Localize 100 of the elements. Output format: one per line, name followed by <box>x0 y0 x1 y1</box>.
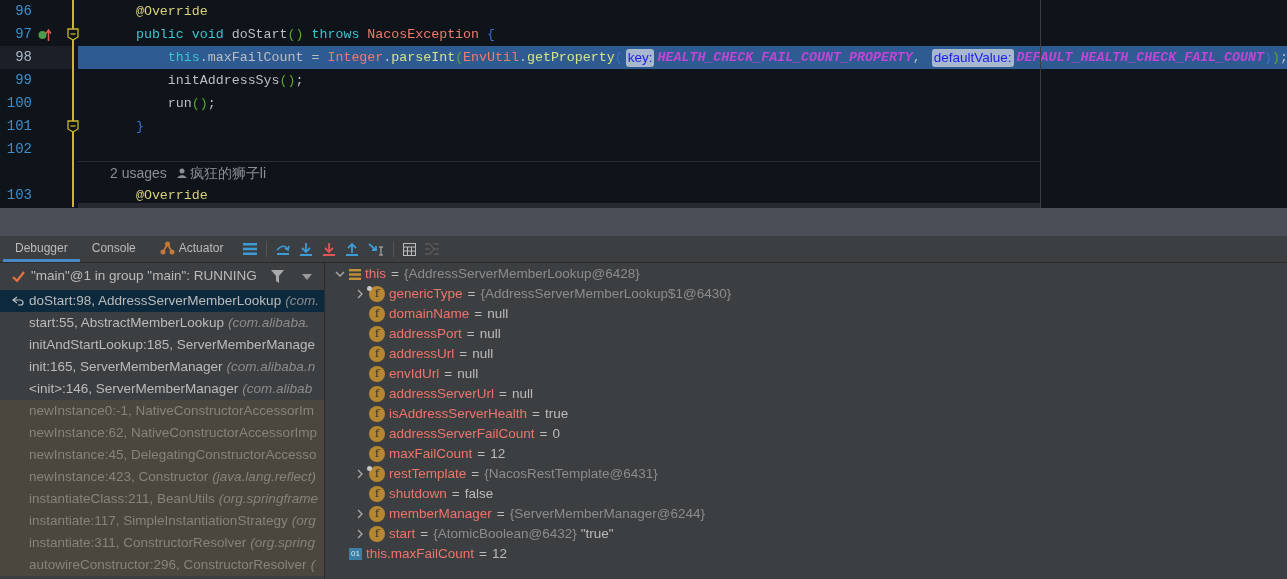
equals-sign: = <box>471 464 480 483</box>
person-icon <box>176 168 187 178</box>
equals-sign: = <box>539 424 548 443</box>
code-line: @Override <box>134 4 209 19</box>
object-reference: {AtomicBoolean@6432} <box>433 524 577 543</box>
implements-icon[interactable] <box>38 28 52 41</box>
variable-value: false <box>464 484 494 503</box>
variable-value: 12 <box>491 544 507 563</box>
run-to-cursor-icon[interactable] <box>368 242 385 256</box>
line-number: 102 <box>5 140 32 159</box>
variable-name: addressUrl <box>389 344 455 363</box>
object-reference: {ServerMemberManager@6244} <box>509 504 705 523</box>
variable-value: 0 <box>552 424 560 443</box>
equals-sign: = <box>499 384 507 403</box>
tab[interactable]: Console <box>79 236 148 262</box>
code-line: @Override <box>134 188 209 203</box>
variable-name: domainName <box>389 304 470 323</box>
equals-sign: = <box>467 284 476 303</box>
equals-sign: = <box>420 524 429 543</box>
stack-frame[interactable]: init:165, ServerMemberManager (com.alibaba.n <box>0 356 324 378</box>
code-line: initAddressSys(); <box>166 73 305 88</box>
step-over-icon[interactable] <box>276 243 291 255</box>
equals-sign: = <box>444 364 453 383</box>
check-icon <box>12 271 25 282</box>
line-number: 100 <box>5 94 32 113</box>
stack-frame[interactable]: start:55, AbstractMemberLookup (com.alibaba. <box>0 312 324 334</box>
expand-caret-icon[interactable] <box>355 509 365 519</box>
line-number: 97 <box>14 25 32 44</box>
field-icon: f <box>369 526 385 542</box>
variable-name: addressServerFailCount <box>389 424 535 443</box>
variable-name: genericType <box>389 284 463 303</box>
horizontal-scrollbar[interactable] <box>78 203 1040 208</box>
expand-caret-icon[interactable] <box>355 289 365 299</box>
variable-value: "true" <box>580 524 614 543</box>
field-icon: f <box>369 306 385 322</box>
code-line: } <box>134 119 145 134</box>
step-out-icon[interactable] <box>345 242 360 256</box>
object-reference: {AddressServerMemberLookup$1@6430} <box>480 284 732 303</box>
line-number: 99 <box>14 71 32 90</box>
fold-icon[interactable] <box>67 120 79 133</box>
watch-icon: 01 <box>349 548 362 560</box>
fold-icon[interactable] <box>67 28 79 41</box>
equals-sign: = <box>532 404 540 423</box>
variable-name: maxFailCount <box>389 444 473 463</box>
field-icon: f <box>369 446 385 462</box>
field-icon: f <box>369 346 385 362</box>
variable-value: null <box>487 304 509 323</box>
field-icon: f <box>369 486 385 502</box>
field-icon: f <box>369 506 385 522</box>
equals-sign: = <box>466 324 475 343</box>
line-number: 103 <box>5 186 32 205</box>
variable-name: start <box>389 524 416 543</box>
field-icon: f <box>369 386 385 402</box>
variable-value: 12 <box>490 444 506 463</box>
variable-name: shutdown <box>389 484 447 503</box>
trace-icon <box>425 243 440 255</box>
layout-icon[interactable] <box>243 243 258 255</box>
calculator-icon[interactable] <box>403 242 417 256</box>
line-number: 96 <box>14 2 32 21</box>
variable-value: true <box>544 404 569 423</box>
filter-icon[interactable] <box>270 270 284 283</box>
variable-value: null <box>457 364 479 383</box>
field-icon: f <box>369 326 385 342</box>
dropdown-icon[interactable] <box>301 273 312 280</box>
equals-sign: = <box>451 484 460 503</box>
variable-value: null <box>479 324 501 343</box>
force-step-into-icon[interactable] <box>322 242 337 256</box>
tab[interactable]: Actuator <box>147 236 236 262</box>
field-icon: f <box>369 286 385 302</box>
equals-sign: = <box>474 304 483 323</box>
variable-name: memberManager <box>389 504 492 523</box>
equals-sign: = <box>479 544 487 563</box>
collapse-caret-icon[interactable] <box>335 269 345 279</box>
stack-frame[interactable]: initAndStartLookup:185, ServerMemberManage <box>0 334 324 356</box>
object-reference: {AddressServerMemberLookup@6428} <box>403 264 640 283</box>
variable-name: this.maxFailCount <box>366 544 475 563</box>
field-icon: f <box>369 406 385 422</box>
equals-sign: = <box>496 504 505 523</box>
author-name: 疯狂的狮子li <box>189 163 267 183</box>
object-icon <box>349 268 361 280</box>
step-into-icon[interactable] <box>299 242 314 256</box>
tab[interactable]: Debugger <box>3 236 80 262</box>
field-icon: f <box>369 466 385 482</box>
variable-name: envIdUrl <box>389 364 440 383</box>
variable-name: isAddressServerHealth <box>389 404 528 423</box>
thread-status: "main"@1 in group "main": RUNNING <box>31 267 257 286</box>
stack-frame[interactable]: <init>:146, ServerMemberManager (com.alibab <box>0 378 324 400</box>
line-number: 98 <box>14 48 32 67</box>
usages-link[interactable]: 2 usages <box>110 162 167 184</box>
expand-caret-icon[interactable] <box>355 529 365 539</box>
equals-sign: = <box>391 264 399 283</box>
return-arrow-icon <box>12 296 24 306</box>
variable-name: addressServerUrl <box>389 384 495 403</box>
variable-value: null <box>511 384 533 403</box>
variable-value: null <box>472 344 494 363</box>
variable-name: addressPort <box>389 324 462 343</box>
field-icon: f <box>369 366 385 382</box>
variable-name: restTemplate <box>389 464 467 483</box>
expand-caret-icon[interactable] <box>355 469 365 479</box>
stack-frame[interactable]: doStart:98, AddressServerMemberLookup (com. <box>0 290 324 312</box>
